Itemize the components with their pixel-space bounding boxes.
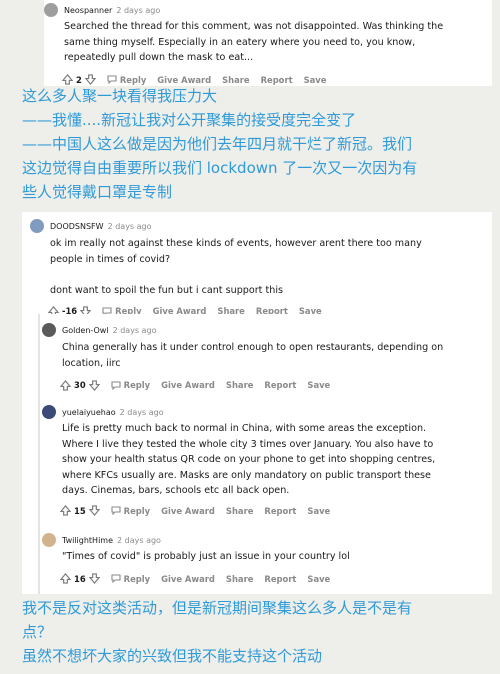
username[interactable]: Neospanner	[64, 6, 112, 15]
reply-button[interactable]: Reply	[111, 506, 150, 516]
share-button[interactable]: Share	[226, 380, 253, 390]
avatar[interactable]	[42, 533, 56, 547]
comment-actions: 16 Reply Give Award Share Report Save	[42, 571, 492, 587]
reply-label: Reply	[119, 74, 147, 85]
share-button[interactable]: Share	[222, 75, 249, 85]
translation-annotation-top: 这么多人聚一块看得我压力大 ——我懂....新冠让我对公开聚集的接受度完全变了 …	[22, 87, 418, 201]
comment-golden-owl: Golden-Owl 2 days ago China generally ha…	[42, 322, 492, 398]
share-button[interactable]: Share	[226, 574, 253, 584]
upvote-icon[interactable]	[60, 505, 71, 516]
report-button[interactable]: Report	[264, 574, 296, 584]
timestamp[interactable]: 2 days ago	[120, 408, 164, 417]
give-award-button[interactable]: Give Award	[161, 574, 215, 584]
timestamp[interactable]: 2 days ago	[108, 222, 152, 231]
reply-label: Reply	[123, 380, 151, 390]
comment-body: ok im really not against these kinds of …	[50, 238, 422, 296]
comment-actions: 30 Reply Give Award Share Report Save	[42, 377, 492, 393]
give-award-button[interactable]: Give Award	[161, 506, 215, 516]
avatar[interactable]	[42, 405, 56, 419]
vote-control: 16	[60, 573, 100, 584]
timestamp[interactable]: 2 days ago	[116, 6, 160, 15]
save-button[interactable]: Save	[304, 75, 327, 85]
save-button[interactable]: Save	[307, 380, 330, 390]
give-award-button[interactable]: Give Award	[161, 380, 215, 390]
translation-annotation-bottom: 我不是反对这类活动，但是新冠期间聚集这么多人是不是有 点？ 虽然不想坏大家的兴致…	[22, 599, 413, 665]
upvote-icon[interactable]	[60, 573, 71, 584]
comment-bubble-icon	[107, 75, 117, 84]
reply-button[interactable]: Reply	[111, 574, 150, 584]
vote-count: 30	[74, 380, 86, 390]
save-button[interactable]: Save	[307, 506, 330, 516]
comment-body: Life is pretty much back to normal in Ch…	[62, 423, 436, 496]
comment-body: "Times of covid" is probably just an iss…	[62, 551, 350, 562]
vote-count: 16	[74, 573, 86, 584]
comment-header: DOODSNSFW 2 days ago	[30, 218, 492, 234]
comment-header: TwilightHime 2 days ago	[42, 532, 492, 548]
reply-button[interactable]: Reply	[111, 380, 150, 390]
comment-neospanner: Neospanner 2 days ago Searched the threa…	[44, 0, 492, 86]
report-button[interactable]: Report	[264, 506, 296, 516]
vote-count: 15	[74, 505, 86, 516]
downvote-icon[interactable]	[88, 505, 100, 516]
avatar[interactable]	[44, 3, 58, 17]
give-award-button[interactable]: Give Award	[157, 75, 211, 85]
comment-actions: 15 Reply Give Award Share Report Save	[42, 503, 492, 519]
comment-body: China generally has it under control eno…	[62, 342, 444, 369]
comment-bubble-icon	[111, 380, 121, 390]
comment-bubble-icon	[111, 506, 121, 515]
report-button[interactable]: Report	[261, 75, 293, 85]
vote-count: 2	[76, 74, 82, 85]
comment-header: yuelaiyuehao 2 days ago	[42, 404, 492, 420]
reply-button[interactable]: Reply	[107, 75, 146, 85]
comment-body: Searched the thread for this comment, wa…	[64, 21, 444, 63]
comment-twilighthime: TwilightHime 2 days ago "Times of covid"…	[42, 532, 492, 588]
vote-control: 15	[60, 505, 100, 516]
share-button[interactable]: Share	[226, 506, 253, 516]
save-button[interactable]: Save	[307, 574, 330, 584]
avatar[interactable]	[42, 323, 56, 337]
upvote-icon[interactable]	[60, 379, 71, 391]
comment-yuelaiyuehao: yuelaiyuehao 2 days ago Life is pretty m…	[42, 404, 492, 524]
username[interactable]: yuelaiyuehao	[62, 408, 116, 417]
reply-label: Reply	[123, 505, 151, 516]
username[interactable]: Golden-Owl	[62, 326, 109, 335]
timestamp[interactable]: 2 days ago	[113, 326, 157, 335]
username[interactable]: TwilightHime	[62, 536, 113, 545]
report-button[interactable]: Report	[264, 380, 296, 390]
comment-header: Neospanner 2 days ago	[44, 2, 492, 18]
timestamp[interactable]: 2 days ago	[117, 536, 161, 545]
downvote-icon[interactable]	[88, 379, 100, 391]
avatar[interactable]	[30, 219, 44, 233]
reply-label: Reply	[123, 573, 151, 584]
comment-header: Golden-Owl 2 days ago	[42, 322, 492, 338]
username[interactable]: DOODSNSFW	[50, 222, 104, 231]
thread-line	[38, 314, 40, 594]
downvote-icon[interactable]	[88, 573, 100, 584]
vote-control: 30	[60, 379, 100, 391]
comment-doodsnsfw: DOODSNSFW 2 days ago ok im really not ag…	[22, 212, 492, 317]
comment-bubble-icon	[111, 574, 121, 583]
